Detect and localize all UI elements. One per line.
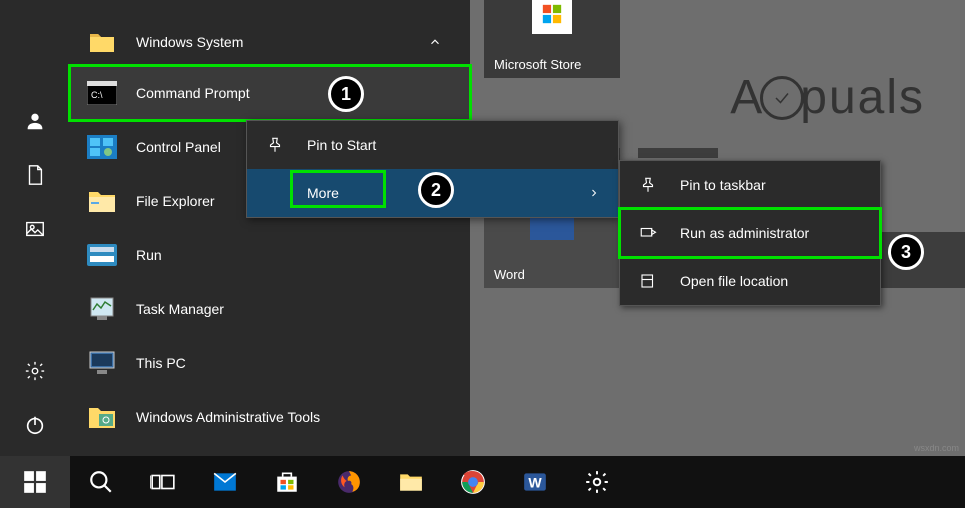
svg-text:W: W [528, 474, 542, 490]
annotation-1: 1 [328, 76, 364, 112]
blank-icon [265, 183, 285, 203]
admin-tools-icon [86, 401, 118, 433]
watermark-logo-circle [760, 76, 804, 120]
app-label: Task Manager [136, 301, 224, 317]
taskbar-search[interactable] [70, 456, 132, 508]
tile-fragment [638, 148, 718, 158]
start-menu-rail [0, 0, 70, 456]
settings-gear-icon[interactable] [24, 360, 46, 382]
taskbar-mail[interactable] [194, 456, 256, 508]
context-menu-submenu: Pin to taskbar Run as administrator Open… [619, 160, 881, 306]
svg-text:C:\: C:\ [91, 90, 103, 100]
cmd-icon: C:\ [86, 77, 118, 109]
ctx-label: Open file location [680, 273, 788, 289]
taskbar-firefox[interactable] [318, 456, 380, 508]
this-pc-icon [86, 347, 118, 379]
pin-icon [265, 135, 285, 155]
taskbar-taskview[interactable] [132, 456, 194, 508]
folder-open-icon [638, 271, 658, 291]
watermark-text-a: A [730, 70, 764, 125]
app-this-pc[interactable]: This PC [70, 336, 470, 390]
folder-icon [86, 26, 118, 58]
file-explorer-icon [86, 185, 118, 217]
ctx-label: Pin to taskbar [680, 177, 766, 193]
annotation-3: 3 [888, 234, 924, 270]
microsoft-store-icon [541, 3, 563, 25]
user-icon[interactable] [24, 110, 46, 132]
taskbar: W [0, 456, 965, 508]
app-label: Control Panel [136, 139, 221, 155]
annotation-2: 2 [418, 172, 454, 208]
task-manager-icon [86, 293, 118, 325]
ctx-pin-taskbar[interactable]: Pin to taskbar [620, 161, 880, 209]
app-command-prompt[interactable]: C:\ Command Prompt [70, 66, 470, 120]
taskbar-word[interactable]: W [504, 456, 566, 508]
taskbar-explorer[interactable] [380, 456, 442, 508]
app-run[interactable]: Run [70, 228, 470, 282]
start-menu-apps: Windows System C:\ Command Prompt Contro… [70, 0, 470, 456]
watermark-text-puals: puals [800, 70, 925, 125]
app-label: Run [136, 247, 162, 263]
folder-windows-system[interactable]: Windows System [70, 18, 470, 66]
tile-microsoft-store[interactable]: Microsoft Store [484, 0, 620, 78]
pin-icon [638, 175, 658, 195]
ctx-open-location[interactable]: Open file location [620, 257, 880, 305]
taskbar-store[interactable] [256, 456, 318, 508]
ctx-label: More [307, 185, 339, 201]
app-label: Command Prompt [136, 85, 250, 101]
app-label: Windows Administrative Tools [136, 409, 320, 425]
watermark-logo: A puals [730, 70, 925, 125]
chevron-right-icon [588, 187, 600, 199]
taskbar-chrome[interactable] [442, 456, 504, 508]
shield-admin-icon [638, 223, 658, 243]
chevron-up-icon [428, 35, 442, 49]
attribution-text: wsxdn.com [914, 443, 959, 453]
start-button[interactable] [0, 456, 70, 508]
ctx-label: Run as administrator [680, 225, 809, 241]
control-panel-icon [86, 131, 118, 163]
power-icon[interactable] [24, 414, 46, 436]
tile-label-word: Word [494, 267, 525, 282]
folder-label: Windows System [136, 34, 243, 50]
taskbar-settings[interactable] [566, 456, 628, 508]
app-label: File Explorer [136, 193, 215, 209]
ctx-run-admin[interactable]: Run as administrator [620, 209, 880, 257]
run-icon [86, 239, 118, 271]
app-label: This PC [136, 355, 186, 371]
ctx-label: Pin to Start [307, 137, 376, 153]
tile-label-ms-store: Microsoft Store [494, 57, 581, 72]
app-task-manager[interactable]: Task Manager [70, 282, 470, 336]
documents-icon[interactable] [24, 164, 46, 186]
ctx-pin-to-start[interactable]: Pin to Start [247, 121, 618, 169]
app-admin-tools[interactable]: Windows Administrative Tools [70, 390, 470, 444]
pictures-icon[interactable] [24, 218, 46, 240]
